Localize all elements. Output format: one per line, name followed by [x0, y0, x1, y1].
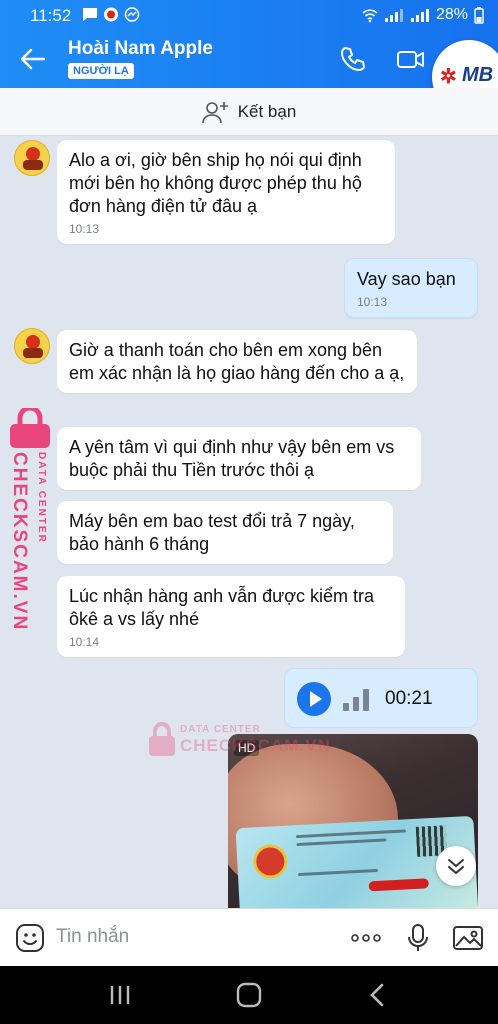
phone-call-icon[interactable] [338, 44, 368, 74]
notification-icons [82, 7, 140, 22]
message-text: Alo a ơi, giờ bên ship họ nói qui định m… [69, 150, 362, 216]
status-bar: 11:52 28% [0, 0, 498, 30]
message-time: 10:13 [69, 222, 100, 236]
wifi-icon [362, 8, 378, 22]
message-text: Giờ a thanh toán cho bên em xong bên em … [69, 340, 405, 383]
add-friend-label: Kết bạn [237, 101, 297, 121]
scroll-to-bottom-button[interactable] [436, 846, 476, 886]
add-friend-button[interactable]: Kết bạn [0, 88, 498, 136]
mb-logo-text: MB [462, 64, 494, 86]
back-arrow-icon[interactable] [18, 44, 48, 74]
message-input[interactable]: Tin nhắn [56, 926, 129, 948]
message-bubble[interactable]: Alo a ơi, giờ bên ship họ nói qui định m… [57, 140, 395, 244]
watermark-lock-icon [10, 408, 50, 448]
watermark-site: CHECKSCAM.VN [180, 736, 331, 755]
message-bubble[interactable]: Lúc nhận hàng anh vẫn được kiểm tra ôkê … [57, 576, 405, 657]
contact-avatar[interactable] [14, 328, 50, 364]
watermark-label: DATA CENTER [180, 724, 261, 735]
status-right: 28% [362, 6, 484, 24]
message-bubble[interactable]: A yên tâm vì qui định như vậy bên em vs … [57, 427, 421, 490]
message-text: Vay sao bạn [357, 269, 456, 289]
voice-message[interactable]: 00:21 [284, 668, 478, 728]
audio-level-icon [343, 689, 369, 711]
play-icon[interactable] [297, 682, 331, 716]
system-nav-bar [0, 966, 498, 1024]
message-text: A yên tâm vì qui định như vậy bên em vs … [69, 437, 395, 480]
contact-name[interactable]: Hoài Nam Apple [68, 38, 213, 60]
national-emblem-icon [252, 843, 289, 880]
message-composer: Tin nhắn [0, 908, 498, 966]
message-time: 10:13 [357, 295, 388, 309]
message-text: Máy bên em bao test đổi trả 7 ngày, bảo … [69, 511, 355, 554]
message-notification-icon [83, 8, 97, 21]
signal-icon [384, 8, 403, 22]
message-bubble[interactable]: Máy bên em bao test đổi trả 7 ngày, bảo … [57, 501, 393, 564]
battery-percent: 28% [435, 6, 468, 23]
add-person-icon [201, 101, 228, 123]
message-text: Lúc nhận hàng anh vẫn được kiểm tra ôkê … [69, 586, 375, 629]
watermark-side: CHECKSCAM.VN DATA CENTER [6, 408, 58, 631]
youtube-notification-icon [104, 7, 118, 22]
contact-avatar[interactable] [14, 140, 50, 176]
home-icon[interactable] [235, 982, 263, 1008]
message-bubble-self[interactable]: Vay sao bạn 10:13 [344, 258, 478, 318]
chat-header: Hoài Nam Apple NGƯỜI LẠ [0, 30, 498, 88]
watermark-lock-icon [149, 722, 175, 756]
more-options-icon[interactable] [350, 922, 382, 954]
video-call-icon[interactable] [396, 44, 426, 74]
mb-star-icon: ✲ [440, 66, 457, 88]
watermark-label: DATA CENTER [36, 452, 47, 544]
emoji-icon[interactable] [14, 922, 46, 954]
battery-icon [474, 6, 484, 24]
watermark-center: DATA CENTER CHECKSCAM.VN [148, 722, 330, 762]
message-time: 10:14 [69, 635, 100, 649]
watermark-site: CHECKSCAM.VN [9, 452, 30, 632]
recent-apps-icon[interactable] [106, 982, 134, 1008]
image-icon[interactable] [452, 922, 484, 954]
message-bubble[interactable]: Giờ a thanh toán cho bên em xong bên em … [57, 330, 417, 393]
microphone-icon[interactable] [402, 922, 434, 954]
redaction-mark [368, 878, 429, 892]
back-nav-icon[interactable] [364, 982, 392, 1008]
messenger-notification-icon [124, 7, 140, 22]
status-time: 11:52 [30, 6, 72, 25]
voice-duration: 00:21 [385, 688, 433, 709]
double-chevron-down-icon [448, 859, 464, 874]
stranger-badge: NGƯỜI LẠ [68, 63, 134, 79]
signal-2-icon [410, 8, 429, 22]
